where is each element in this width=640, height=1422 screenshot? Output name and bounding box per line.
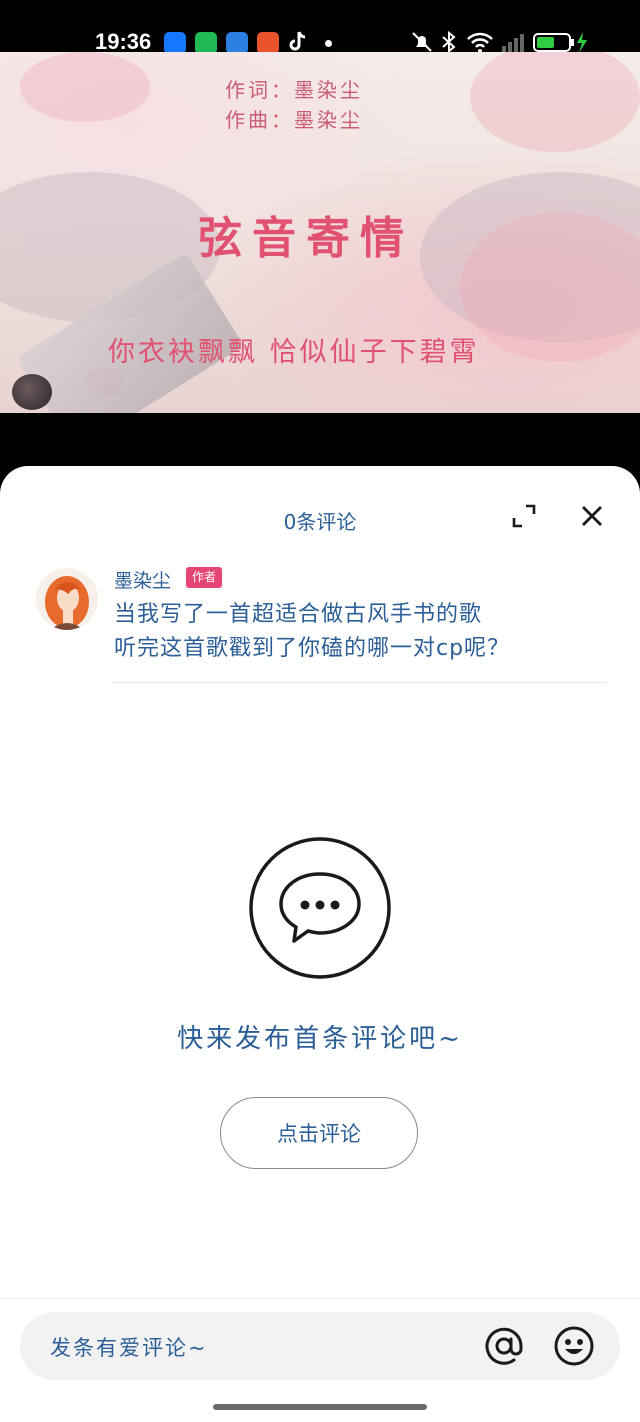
scroll-roll-decoration [12,374,52,410]
divider [112,682,606,683]
signal-icon [502,34,524,52]
mention-icon[interactable] [482,1324,526,1368]
mute-icon [412,32,432,52]
author-name[interactable]: 墨染尘 [114,566,171,593]
blossom-decoration [470,52,640,152]
tiktok-icon [289,31,306,51]
close-icon[interactable] [578,502,606,530]
video-player[interactable]: 作词：墨染尘 作曲：墨染尘 弦音寄情 你衣袂飘飘 恰似仙子下碧霄 [0,52,640,413]
battery-icon [533,32,587,53]
author-avatar[interactable] [36,568,98,630]
author-post-line: 当我写了一首超适合做古风手书的歌 [114,602,483,627]
lyricist-credit: 作词：墨染尘 [225,78,363,102]
comment-input-placeholder: 发条有爱评论~ [50,1336,208,1360]
comment-count-title: 0条评论 [283,510,357,534]
wifi-icon [467,32,493,53]
comment-sheet: 0条评论 墨染尘 作者 当我写了一首超适合做古风手书的歌 听完这首歌戳到了你磕的… [0,466,640,1422]
app-notification-icon [226,32,248,54]
song-title: 弦音寄情 [198,213,414,264]
blossom-decoration [460,212,640,362]
app-notification-icon [195,32,217,54]
composer-credit: 作曲：墨染尘 [225,108,363,132]
app-notification-icon [164,32,186,54]
avatar-illustration [45,576,89,630]
app-notification-icon [257,32,279,54]
expand-icon[interactable] [512,504,536,528]
home-indicator[interactable] [213,1404,427,1410]
lyric-line: 你衣袂飘飘 恰似仙子下碧霄 [108,337,480,368]
comment-input[interactable]: 发条有爱评论~ [20,1312,620,1380]
emoji-icon[interactable] [552,1324,596,1368]
bluetooth-icon [442,30,456,54]
empty-comments-icon [249,837,391,979]
empty-state-text: 快来发布首条评论吧~ [177,1024,463,1054]
author-badge: 作者 [186,567,223,588]
blossom-decoration [20,52,150,122]
status-bar: 19:36 [0,0,640,54]
author-post-line: 听完这首歌戳到了你磕的哪一对cp呢？ [114,636,511,661]
divider [0,1298,640,1299]
more-notifications-dot [325,40,332,47]
add-comment-button[interactable]: 点击评论 [220,1097,418,1169]
